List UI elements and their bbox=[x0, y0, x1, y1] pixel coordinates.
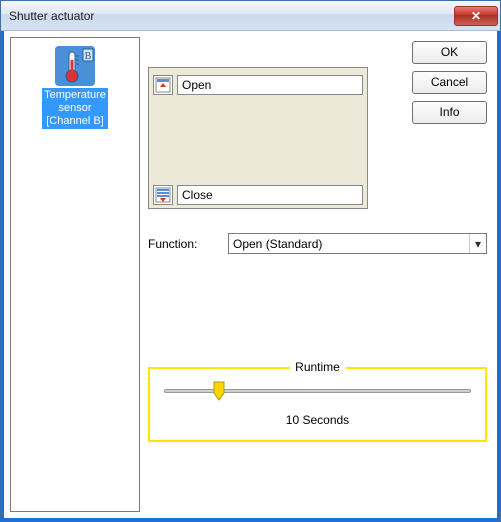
close-icon: ✕ bbox=[471, 9, 481, 23]
info-button[interactable]: Info bbox=[412, 101, 487, 124]
chevron-down-icon: ▾ bbox=[469, 234, 486, 253]
function-selected-value: Open (Standard) bbox=[233, 237, 322, 251]
close-action-field[interactable]: Close bbox=[177, 185, 363, 205]
settings-pane: OK Cancel Info Open bbox=[148, 37, 491, 512]
runtime-group: Runtime 10 Seconds bbox=[148, 367, 487, 442]
thermometer-icon: B bbox=[55, 46, 95, 86]
open-action-field[interactable]: Open bbox=[177, 75, 363, 95]
runtime-value: 10 Seconds bbox=[150, 413, 485, 427]
titlebar[interactable]: Shutter actuator ✕ bbox=[1, 1, 500, 31]
shutter-close-icon[interactable] bbox=[153, 185, 173, 205]
channel-badge-letter: B bbox=[85, 51, 92, 62]
function-row: Function: Open (Standard) ▾ bbox=[148, 233, 487, 254]
runtime-slider-thumb[interactable] bbox=[213, 381, 225, 401]
sensor-item-temperature-b[interactable]: B Temperature sensor [Channel B] bbox=[15, 44, 135, 131]
runtime-legend: Runtime bbox=[289, 360, 346, 374]
sensor-list[interactable]: B Temperature sensor [Channel B] bbox=[10, 37, 140, 512]
ok-button[interactable]: OK bbox=[412, 41, 487, 64]
dialog-window: Shutter actuator ✕ B bbox=[0, 0, 501, 522]
shutter-open-icon[interactable] bbox=[153, 75, 173, 95]
cancel-button[interactable]: Cancel bbox=[412, 71, 487, 94]
window-close-button[interactable]: ✕ bbox=[454, 6, 498, 26]
sensor-label: Temperature sensor [Channel B] bbox=[42, 88, 108, 129]
open-action-row: Open bbox=[153, 74, 363, 96]
client-area: B Temperature sensor [Channel B] OK Canc… bbox=[1, 31, 500, 521]
window-title: Shutter actuator bbox=[9, 9, 454, 23]
runtime-slider-track[interactable] bbox=[164, 389, 471, 393]
function-label: Function: bbox=[148, 237, 218, 251]
function-select[interactable]: Open (Standard) ▾ bbox=[228, 233, 487, 254]
close-action-row: Close bbox=[153, 184, 363, 206]
action-panel: Open Close bbox=[148, 67, 368, 209]
